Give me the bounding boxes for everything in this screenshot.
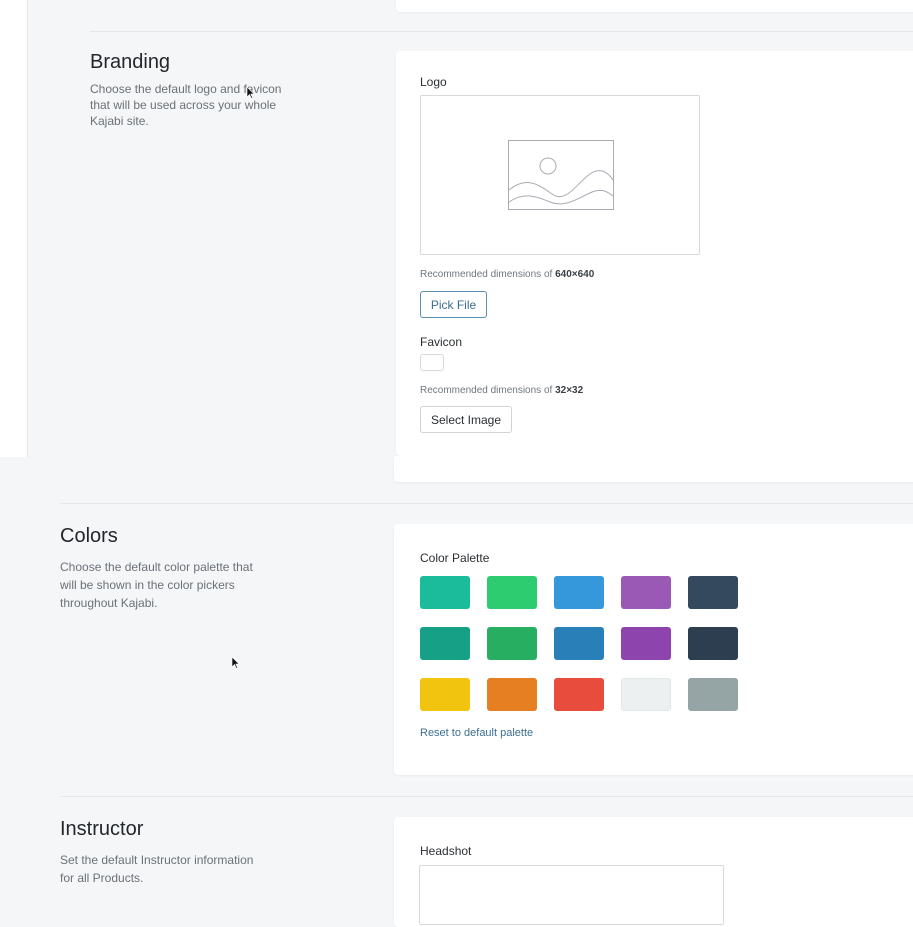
color-swatch[interactable]: [688, 678, 738, 711]
previous-settings-card: [396, 0, 913, 12]
branding-title: Branding: [90, 51, 171, 73]
section-divider: [90, 31, 913, 32]
headshot-label: Headshot: [420, 844, 472, 858]
color-swatch[interactable]: [688, 627, 738, 660]
select-image-button[interactable]: Select Image: [420, 406, 512, 433]
section-divider: [60, 503, 913, 504]
color-swatch[interactable]: [487, 678, 537, 711]
color-swatch[interactable]: [554, 576, 604, 609]
color-swatch[interactable]: [621, 678, 671, 711]
color-palette-label: Color Palette: [420, 551, 490, 565]
pick-file-button[interactable]: Pick File: [420, 291, 487, 318]
logo-dimensions-hint: Recommended dimensions of 640×640: [420, 269, 595, 280]
reset-palette-link[interactable]: Reset to default palette: [420, 727, 533, 739]
color-swatch[interactable]: [487, 627, 537, 660]
color-swatch[interactable]: [554, 627, 604, 660]
colors-title: Colors: [60, 525, 118, 547]
color-swatch[interactable]: [554, 678, 604, 711]
color-swatch[interactable]: [688, 576, 738, 609]
branding-card-footer: [394, 456, 913, 482]
section-divider: [60, 796, 913, 797]
instructor-title: Instructor: [60, 818, 144, 840]
favicon-preview[interactable]: [420, 354, 444, 371]
color-swatch[interactable]: [420, 678, 470, 711]
branding-description: Choose the default logo and favicon that…: [90, 82, 282, 128]
color-swatch[interactable]: [487, 576, 537, 609]
headshot-dropzone[interactable]: [419, 865, 724, 925]
colors-description: Choose the default color palette that wi…: [60, 560, 253, 610]
image-placeholder-icon: [508, 140, 616, 217]
color-swatch[interactable]: [621, 576, 671, 609]
color-swatch[interactable]: [621, 627, 671, 660]
instructor-description: Set the default Instructor information f…: [60, 853, 254, 885]
favicon-dimensions-hint: Recommended dimensions of 32×32: [420, 385, 584, 396]
color-swatch[interactable]: [420, 627, 470, 660]
favicon-label: Favicon: [420, 335, 463, 349]
logo-label: Logo: [420, 75, 447, 89]
left-panel: [0, 0, 28, 457]
color-swatch[interactable]: [420, 576, 470, 609]
logo-dropzone[interactable]: [420, 95, 700, 255]
